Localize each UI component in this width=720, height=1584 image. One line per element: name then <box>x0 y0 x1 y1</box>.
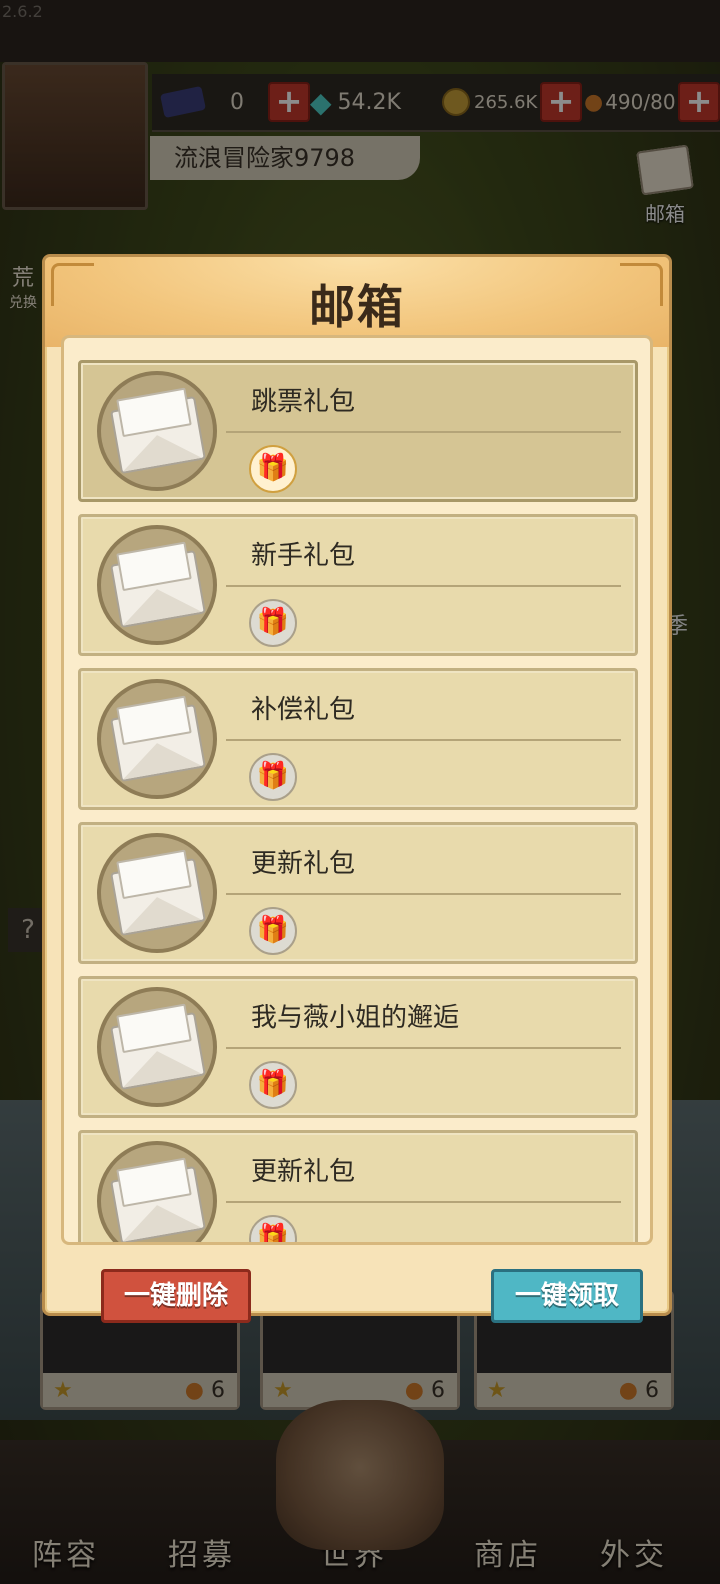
delete-all-button[interactable]: 一键删除 <box>101 1269 251 1323</box>
mail-title: 更新礼包 <box>251 1157 356 1187</box>
gift-box-icon: 🎁 <box>249 907 297 955</box>
mailbox-dialog: 邮箱 跳票礼包 🎁 新手礼包 🎁 补偿礼包 🎁 更新礼包 🎁 我与薇小姐的邂逅 … <box>42 254 672 1323</box>
mail-icon-frame <box>97 371 217 491</box>
envelope-icon <box>110 1166 206 1242</box>
gift-box-icon: 🎁 <box>249 445 297 493</box>
divider <box>226 431 621 433</box>
mail-item-3[interactable]: 更新礼包 🎁 <box>78 822 638 964</box>
gift-box-icon: 🎁 <box>249 599 297 647</box>
envelope-icon <box>110 1012 206 1090</box>
mail-item-5[interactable]: 更新礼包 🎁 <box>78 1130 638 1242</box>
mailbox-title: 邮箱 <box>309 280 405 334</box>
envelope-icon <box>110 704 206 782</box>
mail-icon-frame <box>97 525 217 645</box>
mail-icon-frame <box>97 1141 217 1242</box>
mail-title: 跳票礼包 <box>251 387 356 417</box>
mailbox-header: 邮箱 <box>45 257 669 347</box>
gift-box-icon: 🎁 <box>249 1061 297 1109</box>
mail-item-2[interactable]: 补偿礼包 🎁 <box>78 668 638 810</box>
divider <box>226 739 621 741</box>
divider <box>226 585 621 587</box>
mail-icon-frame <box>97 679 217 799</box>
mail-title: 更新礼包 <box>251 849 356 879</box>
mail-item-1[interactable]: 新手礼包 🎁 <box>78 514 638 656</box>
divider <box>226 893 621 895</box>
divider <box>226 1201 621 1203</box>
gift-box-icon: 🎁 <box>249 1215 297 1242</box>
gift-box-icon: 🎁 <box>249 753 297 801</box>
envelope-icon <box>110 396 206 474</box>
mail-list[interactable]: 跳票礼包 🎁 新手礼包 🎁 补偿礼包 🎁 更新礼包 🎁 我与薇小姐的邂逅 🎁 更… <box>61 335 653 1245</box>
envelope-icon <box>110 550 206 628</box>
mail-icon-frame <box>97 987 217 1107</box>
mail-icon-frame <box>97 833 217 953</box>
claim-all-button[interactable]: 一键领取 <box>491 1269 643 1323</box>
mail-title: 补偿礼包 <box>251 695 356 725</box>
mail-item-4[interactable]: 我与薇小姐的邂逅 🎁 <box>78 976 638 1118</box>
divider <box>226 1047 621 1049</box>
mail-title: 新手礼包 <box>251 541 356 571</box>
envelope-icon <box>110 858 206 936</box>
mail-title: 我与薇小姐的邂逅 <box>251 1003 460 1033</box>
mail-item-0[interactable]: 跳票礼包 🎁 <box>78 360 638 502</box>
